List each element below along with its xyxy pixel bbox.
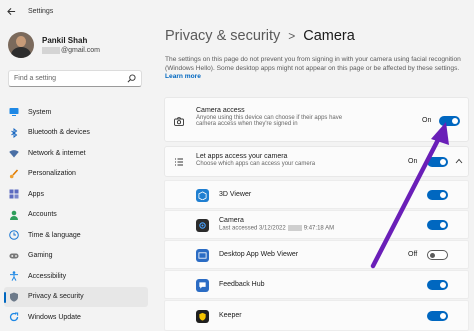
annotation-arrow (370, 122, 449, 269)
